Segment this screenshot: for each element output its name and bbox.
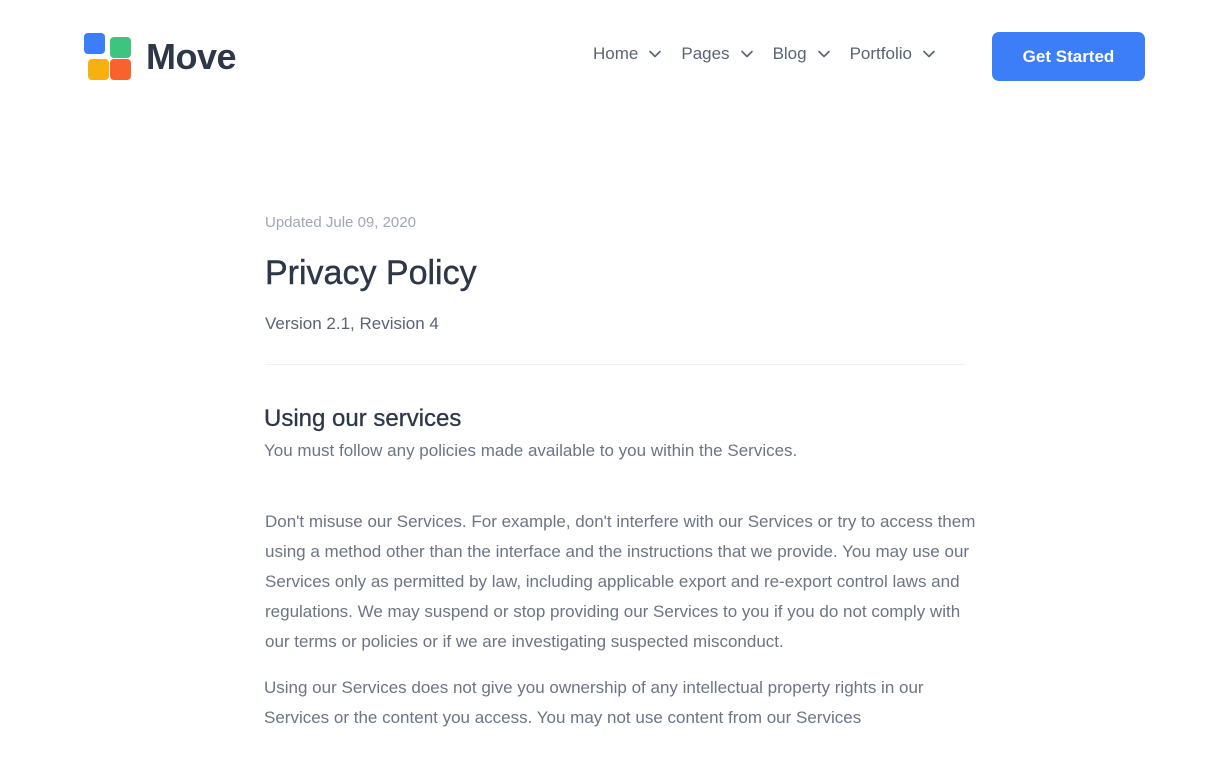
- section-using-our-services: Using our services You must follow any p…: [264, 405, 985, 733]
- updated-date: Updated Jule 09, 2020: [265, 214, 416, 231]
- policy-content: Updated Jule 09, 2020 Privacy Policy Ver…: [264, 214, 985, 733]
- nav-item-label: Blog: [772, 44, 807, 63]
- paragraph: Using our Services does not give you own…: [264, 678, 924, 728]
- nav-item-label: Pages: [681, 44, 730, 63]
- version-info: Version 2.1, Revision 4: [265, 314, 439, 334]
- nav-item-home[interactable]: Home: [593, 44, 662, 64]
- logo-square-orange: [110, 59, 131, 80]
- brand-logo[interactable]: Move: [84, 33, 237, 80]
- page-title: Privacy Policy: [265, 254, 477, 292]
- paragraph: Don't misuse our Services. For example, …: [265, 512, 976, 652]
- chevron-down-icon: [817, 50, 830, 58]
- divider: [265, 364, 965, 366]
- logo-square-blue: [84, 33, 105, 54]
- logo-square-yellow: [88, 59, 109, 80]
- logo-square-green: [110, 37, 131, 58]
- chevron-down-icon: [740, 50, 753, 58]
- section-heading: Using our services: [264, 405, 462, 433]
- logo-mark-icon: [84, 33, 131, 80]
- nav-item-label: Portfolio: [849, 44, 912, 63]
- chevron-down-icon: [923, 50, 935, 58]
- chevron-down-icon: [649, 50, 662, 58]
- nav-item-label: Home: [593, 44, 639, 63]
- nav-item-blog[interactable]: Blog: [773, 44, 831, 64]
- main-nav: Home Pages Blog Portfolio: [593, 44, 955, 64]
- section-lead: You must follow any policies made availa…: [264, 441, 798, 461]
- brand-name: Move: [146, 35, 237, 77]
- get-started-button[interactable]: Get Started: [992, 32, 1145, 81]
- site-header: Move Home Pages Blog Portfolio Get Start…: [0, 0, 1232, 112]
- nav-item-pages[interactable]: Pages: [681, 44, 753, 64]
- nav-item-portfolio[interactable]: Portfolio: [850, 44, 936, 64]
